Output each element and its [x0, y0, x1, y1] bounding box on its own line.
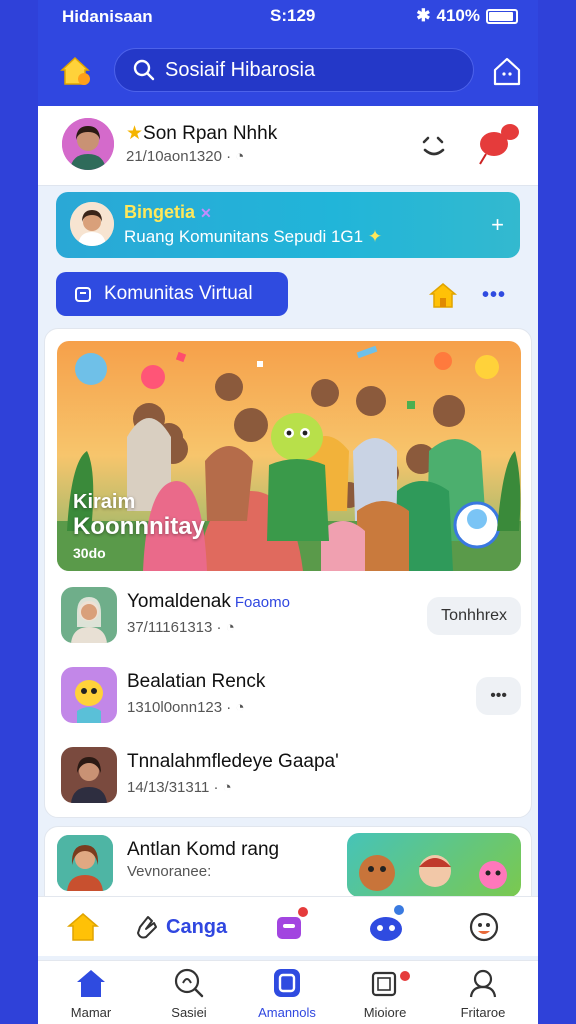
post-author: Antlan Komd rang	[127, 839, 280, 860]
hero-title-line2: Koonnnitay	[73, 513, 205, 540]
post-author: Tnnalahmfledeye Gaapa'	[127, 751, 339, 772]
notification-dot	[296, 905, 310, 919]
square-icon	[274, 969, 300, 997]
globe-icon: ◔	[235, 148, 245, 165]
app-header: Hidanisaan S:129 ✱ 410% Sosiaif Hibarosi…	[38, 0, 538, 106]
post-author-text: Yomaldenak	[127, 591, 231, 612]
house-outline-icon[interactable]	[490, 54, 524, 88]
list-item[interactable]: Yomaldenak Foaomo 37/11161313 · ◔ Tonhhre…	[45, 577, 533, 655]
verified-icon: ✕	[200, 205, 212, 221]
home-icon[interactable]	[58, 54, 92, 88]
post-author: Yomaldenak Foaomo	[127, 591, 290, 613]
mascot-tab[interactable]	[468, 909, 500, 945]
smile-reaction-icon[interactable]	[416, 128, 452, 164]
post-thumbnail[interactable]	[347, 833, 521, 897]
sparkle-icon: ✦	[367, 227, 383, 246]
search-person-icon	[174, 968, 204, 998]
avatar	[62, 118, 114, 170]
nav-social[interactable]: Sasiei	[144, 967, 234, 1020]
nav-profile-label: Fritaroe	[460, 1005, 506, 1020]
clap-icon	[137, 916, 157, 939]
banner-subtitle-text: Ruang Komunitans Sepudi 1G1	[124, 227, 364, 246]
post-meta: 14/13/31311 · ◔	[127, 779, 232, 796]
chat-icon	[371, 971, 397, 997]
feed-card: Kiraim Koonnnitay 30do Yomaldenak Foaomo …	[44, 328, 532, 818]
post-avatar	[61, 667, 117, 723]
banner-title-text: Bingetia	[124, 202, 196, 222]
banner-avatar	[70, 202, 114, 246]
post-action-button[interactable]: Tonhhrex	[427, 597, 521, 635]
characters-illustration	[359, 855, 507, 891]
search-placeholder: Sosiaif Hibarosia	[165, 58, 316, 81]
profile-meta-text: 21/10aon1320 ·	[126, 148, 232, 165]
nav-home-label: Mamar	[70, 1005, 112, 1020]
home-tab[interactable]	[66, 909, 100, 945]
house-badge-icon[interactable]	[428, 280, 458, 310]
profile-name-text: Son Rpan Nhhk	[143, 123, 278, 144]
post-avatar	[61, 587, 117, 643]
post-tag: Foaomo	[234, 594, 290, 611]
home-icon	[77, 970, 105, 997]
bottom-nav: Mamar Sasiei Amannols Mioiore Fritaroe	[38, 960, 538, 1024]
virtual-community-label: Komunitas Virtual	[104, 283, 253, 304]
post-subtitle: Vevnoranee:	[127, 863, 212, 880]
post-meta-text: 37/11161313 ·	[127, 619, 222, 636]
battery-percent: 410%	[436, 6, 480, 25]
globe-icon: ◔	[225, 619, 235, 636]
notification-dot	[392, 903, 406, 917]
groups-tab[interactable]	[368, 903, 406, 945]
community-banner[interactable]: Bingetia ✕ Ruang Komunitans Sepudi 1G1 ✦…	[56, 192, 520, 258]
mascot-icon	[469, 912, 499, 942]
post-meta-text: 14/13/31311 ·	[127, 779, 219, 796]
nav-profile[interactable]: Fritaroe	[438, 967, 528, 1020]
post-avatar	[61, 747, 117, 803]
calendar-icon	[75, 287, 91, 302]
nav-home[interactable]: Mamar	[46, 967, 136, 1020]
list-item[interactable]: Tnnalahmfledeye Gaapa' 14/13/31311 · ◔	[45, 737, 533, 815]
profile-meta: 21/10aon1320 · ◔	[126, 148, 244, 165]
add-button[interactable]: +	[491, 212, 504, 238]
hero-image[interactable]: Kiraim Koonnnitay 30do	[57, 341, 521, 571]
post-author: Bealatian Renck	[127, 671, 266, 692]
notification-dot	[398, 969, 412, 983]
search-bar[interactable]: Sosiaif Hibarosia	[114, 48, 474, 92]
post-meta-text: 1310l0onn123 ·	[127, 699, 232, 716]
nav-messages[interactable]: Mioiore	[340, 967, 430, 1020]
globe-icon: ◔	[222, 779, 232, 796]
bluetooth-icon: ✱	[416, 6, 431, 25]
post-meta: 1310l0onn123 · ◔	[127, 699, 245, 716]
search-icon	[133, 59, 155, 81]
hero-caption: 30do	[73, 545, 106, 561]
post-avatar	[57, 835, 113, 891]
more-options-button[interactable]: •••	[482, 284, 506, 307]
banner-subtitle: Ruang Komunitans Sepudi 1G1 ✦	[124, 227, 382, 247]
star-icon: ★	[126, 123, 144, 144]
home-icon	[66, 913, 100, 941]
battery-icon	[486, 8, 518, 24]
virtual-community-button[interactable]: Komunitas Virtual	[56, 272, 288, 316]
action-bar: Canga	[38, 896, 538, 956]
globe-icon: ◔	[235, 699, 245, 716]
hero-title-line1: Kiraim	[73, 491, 136, 513]
more-options-button[interactable]: •••	[476, 677, 521, 715]
phone-screen: Hidanisaan S:129 ✱ 410% Sosiaif Hibarosi…	[38, 0, 538, 1024]
post-meta: 37/11161313 · ◔	[127, 619, 235, 636]
community-tab[interactable]: Canga	[134, 909, 227, 945]
status-bar: Hidanisaan S:129 ✱ 410%	[38, 0, 538, 34]
nav-announcements-label: Amannols	[258, 1005, 316, 1020]
community-tab-label: Canga	[166, 915, 228, 938]
inbox-tab[interactable]	[274, 905, 310, 945]
profile-row[interactable]: ★Son Rpan Nhhk 21/10aon1320 · ◔	[38, 106, 538, 186]
carrier-label: Hidanisaan	[62, 7, 153, 26]
nav-announcements[interactable]: Amannols	[242, 967, 332, 1020]
profile-name: ★Son Rpan Nhhk	[126, 122, 277, 145]
nav-social-label: Sasiei	[171, 1005, 207, 1020]
banner-title: Bingetia ✕	[124, 202, 212, 223]
profile-icon	[469, 969, 497, 998]
list-item[interactable]: Bealatian Renck 1310l0onn123 · ◔ •••	[45, 657, 533, 735]
balloon-icon[interactable]	[472, 118, 524, 166]
clock: S:129	[270, 6, 316, 25]
status-right: ✱ 410%	[416, 6, 518, 26]
nav-messages-label: Mioiore	[363, 1005, 407, 1020]
